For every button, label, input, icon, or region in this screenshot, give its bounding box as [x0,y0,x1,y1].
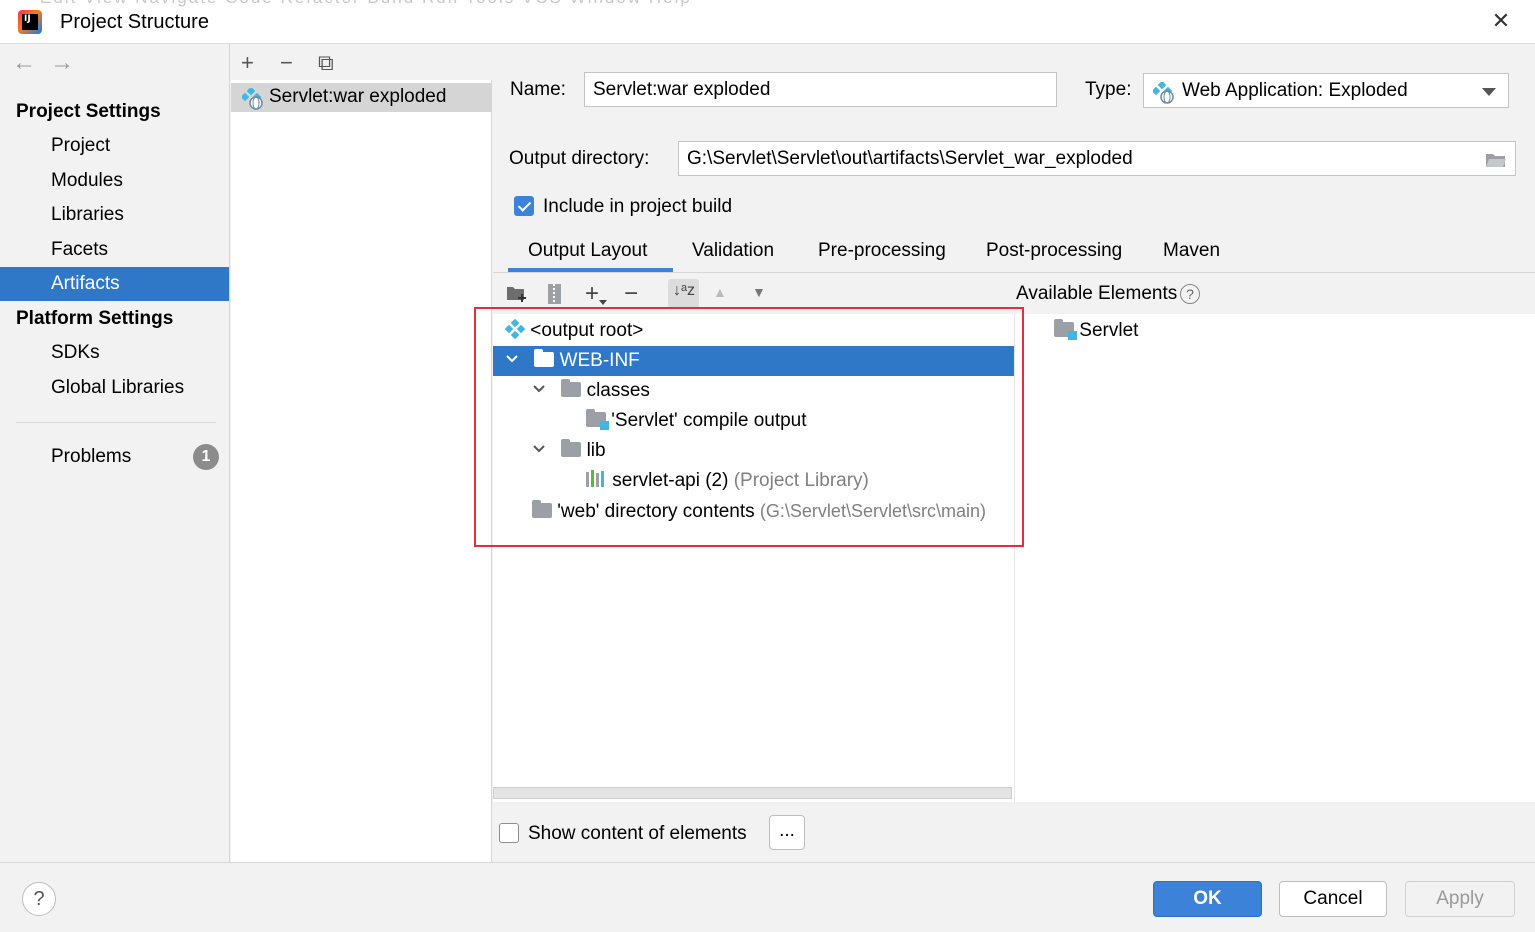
output-directory-field[interactable]: G:\Servlet\Servlet\out\artifacts\Servlet… [678,141,1516,176]
help-icon[interactable]: ? [1180,284,1200,304]
tab-maven[interactable]: Maven [1163,240,1220,262]
browse-folder-icon[interactable] [1485,151,1507,168]
web-artifact-icon [242,88,263,110]
sidebar-item-libraries[interactable]: Libraries [0,198,229,232]
include-in-build-checkbox[interactable] [514,196,534,216]
sidebar-item-project[interactable]: Project [0,129,229,163]
show-content-label: Show content of elements [528,823,747,844]
forward-arrow-icon[interactable]: → [50,49,74,77]
tab-validation[interactable]: Validation [692,240,774,262]
include-in-build-label: Include in project build [543,196,733,217]
copy-artifact-icon[interactable]: ⧉ [318,52,334,74]
sidebar-item-global-libraries[interactable]: Global Libraries [0,371,229,405]
add-element-icon[interactable]: + [585,280,599,308]
name-field[interactable]: Servlet:war exploded [584,72,1057,107]
intellij-logo-icon: IJ [18,10,42,34]
sidebar-item-modules[interactable]: Modules [0,164,229,198]
close-icon[interactable]: ✕ [1488,8,1514,34]
project-settings-heading: Project Settings [16,101,161,122]
add-artifact-icon[interactable]: + [241,52,254,74]
move-up-icon[interactable]: ▲ [713,284,727,300]
show-content-options-button[interactable]: ... [769,815,805,850]
tab-pre-processing[interactable]: Pre-processing [818,240,946,262]
sidebar-item-sdks[interactable]: SDKs [0,336,229,370]
chevron-down-icon [1482,88,1496,96]
problems-count-badge: 1 [193,444,219,470]
annotation-highlight-box [474,307,1024,547]
apply-button[interactable]: Apply [1405,881,1515,917]
sidebar-item-facets[interactable]: Facets [0,233,229,267]
available-elements-tree [1015,314,1535,802]
move-down-icon[interactable]: ▼ [752,284,766,300]
menu-bar-ghost: Edit View Navigate Code Refactor Build R… [40,0,692,8]
sort-alphabetically-icon: ↓ᵃz [673,282,695,299]
remove-element-icon[interactable]: − [624,280,638,308]
artifact-list [231,44,492,862]
available-elements-heading: Available Elements [1016,283,1178,304]
create-directory-icon[interactable] [506,285,528,303]
module-icon [1054,319,1077,340]
type-select[interactable]: Web Application: Exploded [1143,73,1509,108]
platform-settings-heading: Platform Settings [16,308,174,329]
create-archive-icon[interactable] [546,283,564,305]
add-dropdown-chevron-icon [599,300,607,305]
web-artifact-icon [1153,82,1174,104]
tab-post-processing[interactable]: Post-processing [986,240,1122,262]
output-directory-label: Output directory: [509,148,650,169]
tab-output-layout[interactable]: Output Layout [528,240,647,262]
available-item-servlet[interactable]: Servlet [1054,316,1454,346]
sidebar-item-artifacts[interactable]: Artifacts [0,267,229,301]
available-item-label: Servlet [1079,320,1139,341]
horizontal-scrollbar[interactable] [493,787,1012,799]
type-select-value: Web Application: Exploded [1182,80,1408,101]
show-content-checkbox[interactable] [499,823,519,843]
footer-divider [0,862,1535,863]
name-label: Name: [510,79,566,100]
artifact-item-label: Servlet:war exploded [269,86,447,107]
type-label: Type: [1085,79,1132,100]
tabs-divider [493,272,1535,273]
ok-button[interactable]: OK [1153,881,1262,917]
artifact-list-toolbar [231,44,492,80]
help-button[interactable]: ? [22,882,56,916]
cancel-button[interactable]: Cancel [1279,881,1387,917]
back-arrow-icon[interactable]: ← [12,49,36,77]
sidebar-divider [16,422,216,423]
window-title: Project Structure [60,11,209,33]
remove-artifact-icon[interactable]: − [280,52,293,74]
